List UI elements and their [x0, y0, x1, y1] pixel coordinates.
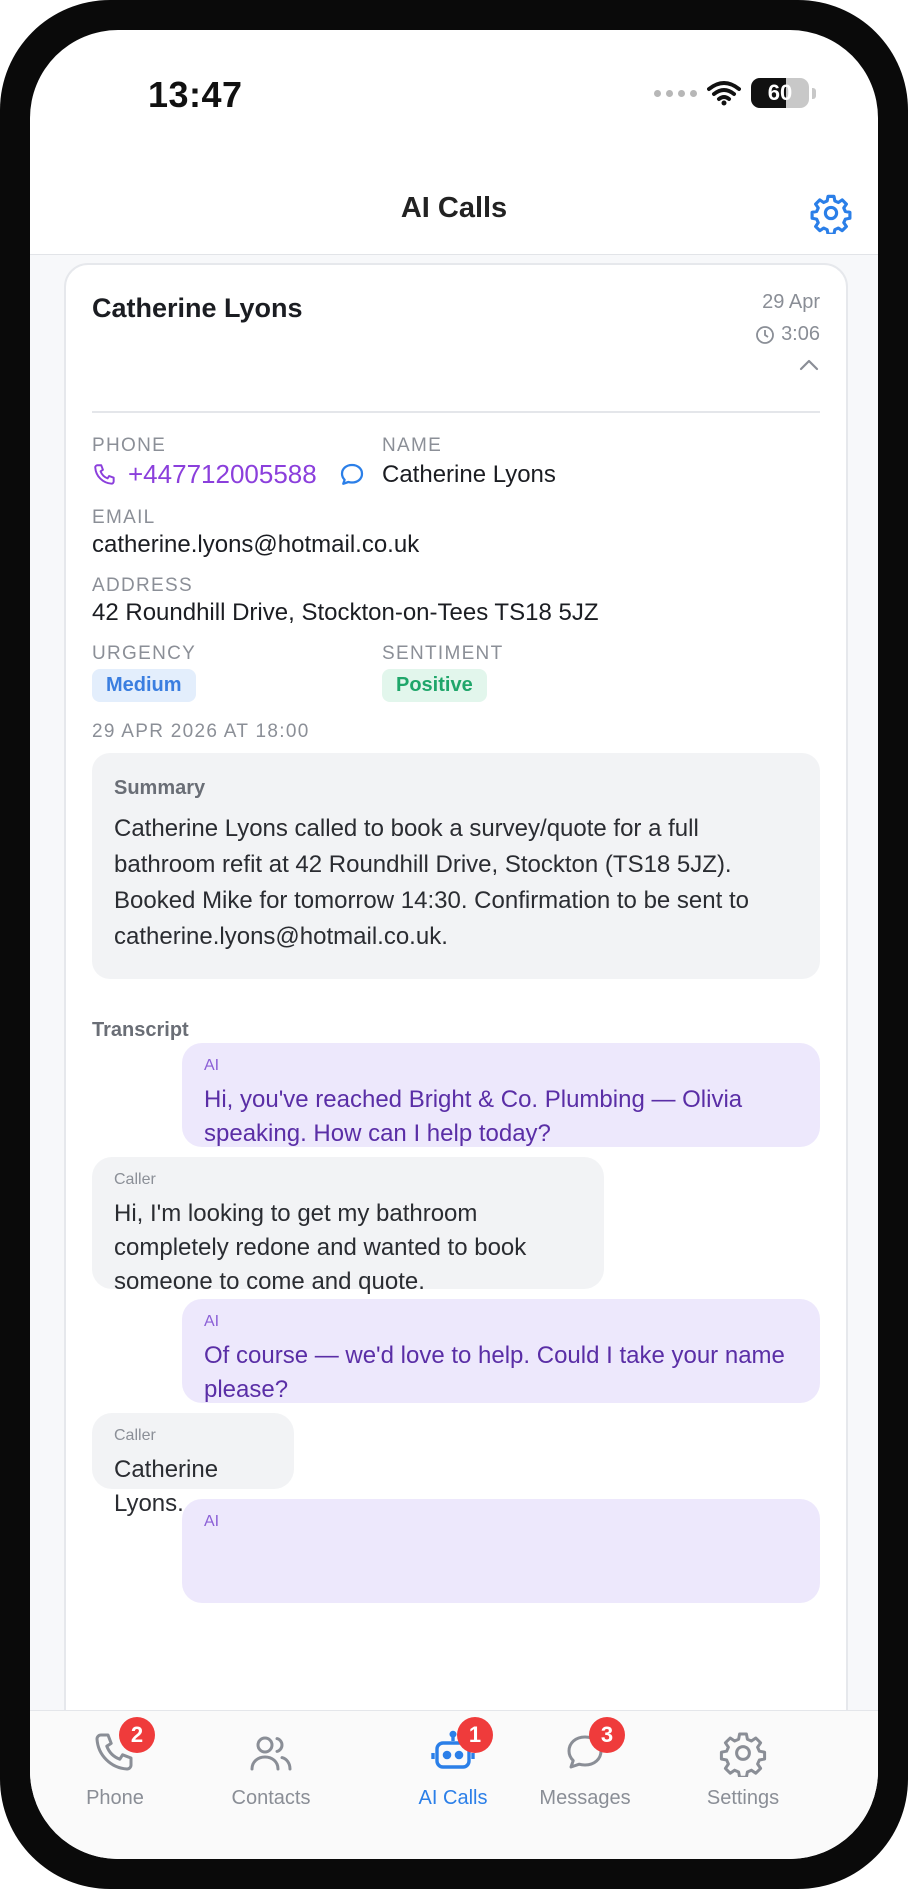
tab-label: Messages — [539, 1787, 631, 1809]
gear-icon — [719, 1729, 767, 1779]
battery-icon: 60 — [751, 78, 809, 108]
name-label: NAME — [382, 435, 443, 456]
cellular-signal-icon — [654, 89, 697, 97]
transcript-message-ai: AI — [182, 1499, 820, 1603]
address-value: 42 Roundhill Drive, Stockton-on-Tees TS1… — [92, 599, 599, 626]
call-date: 29 Apr — [762, 291, 820, 313]
call-card[interactable]: Catherine Lyons 29 Apr 3:06 PHONE +44771… — [64, 263, 848, 1710]
page-title: AI Calls — [400, 192, 508, 224]
battery-nub — [812, 87, 816, 99]
summary-text: Catherine Lyons called to book a survey/… — [114, 815, 749, 950]
sentiment-badge: Positive — [382, 669, 487, 702]
message-text: Of course — we'd love to help. Could I t… — [204, 1342, 785, 1403]
status-time: 13:47 — [148, 74, 243, 115]
message-bubble-icon[interactable] — [337, 460, 367, 490]
speaker-label: AI — [204, 1313, 220, 1330]
tab-label: Phone — [86, 1787, 144, 1809]
transcript-message-ai: AI Of course — we'd love to help. Could … — [182, 1299, 820, 1403]
speaker-label: AI — [204, 1057, 220, 1074]
contacts-icon — [247, 1729, 295, 1777]
duration-text: 3:06 — [781, 323, 820, 345]
transcript-message-caller: Caller Hi, I'm looking to get my bathroo… — [92, 1157, 604, 1295]
email-label: EMAIL — [92, 507, 156, 528]
tab-contacts[interactable]: Contacts — [196, 1729, 346, 1829]
tab-ai-calls[interactable]: 1 AI Calls — [378, 1717, 528, 1829]
tab-badge: 3 — [589, 1717, 625, 1753]
phone-icon: 2 — [91, 1717, 155, 1777]
tab-badge: 2 — [119, 1717, 155, 1753]
status-indicators: 60 — [654, 78, 816, 108]
device-frame: 13:47 60 AI Calls Catherine Lyons 29 Apr… — [0, 0, 908, 1889]
wifi-icon — [707, 81, 741, 106]
card-divider — [92, 411, 820, 413]
nav-header: AI Calls — [30, 170, 878, 255]
summary-box: Summary Catherine Lyons called to book a… — [92, 753, 820, 979]
settings-gear-icon[interactable] — [810, 192, 852, 234]
robot-icon: 1 — [429, 1717, 493, 1777]
phone-screen: 13:47 60 AI Calls Catherine Lyons 29 Apr… — [30, 30, 878, 1859]
phone-icon[interactable] — [92, 462, 118, 488]
battery-percent: 60 — [767, 80, 793, 105]
phone-label: PHONE — [92, 435, 167, 456]
sentiment-label: SENTIMENT — [382, 643, 504, 664]
speaker-label: Caller — [114, 1427, 156, 1444]
call-timestamp: 29 APR 2026 AT 18:00 — [92, 721, 310, 742]
phone-number-link[interactable]: +447712005588 — [128, 459, 317, 490]
caller-name: Catherine Lyons — [92, 293, 303, 323]
tab-phone[interactable]: 2 Phone — [40, 1717, 190, 1829]
email-value[interactable]: catherine.lyons@hotmail.co.uk — [92, 531, 419, 559]
tab-label: Settings — [706, 1787, 780, 1809]
urgency-badge: Medium — [92, 669, 196, 702]
tab-bar: 2 Phone Contacts 1 AI Calls 3 Messages S… — [30, 1710, 878, 1859]
phone-row: +447712005588 — [92, 459, 367, 490]
tab-label: AI Calls — [418, 1787, 488, 1809]
message-text: Hi, I'm looking to get my bathroom compl… — [114, 1200, 527, 1295]
urgency-label: URGENCY — [92, 643, 197, 664]
chat-icon: 3 — [561, 1717, 625, 1777]
message-text: Hi, you've reached Bright & Co. Plumbing… — [204, 1086, 743, 1147]
tab-settings[interactable]: Settings — [668, 1729, 818, 1829]
transcript-message-caller: Caller Catherine Lyons. — [92, 1413, 294, 1517]
clock-icon — [756, 325, 774, 344]
speaker-label: Caller — [114, 1171, 156, 1188]
speaker-label: AI — [204, 1513, 220, 1530]
call-detail-scroll[interactable]: Catherine Lyons 29 Apr 3:06 PHONE +44771… — [30, 255, 878, 1710]
call-duration: 3:06 — [755, 323, 820, 346]
transcript-message-ai: AI Hi, you've reached Bright & Co. Plumb… — [182, 1043, 820, 1147]
summary-title: Summary — [114, 777, 206, 799]
tab-label: Contacts — [231, 1787, 311, 1809]
name-value: Catherine Lyons — [382, 461, 556, 488]
tab-messages[interactable]: 3 Messages — [510, 1717, 660, 1829]
collapse-chevron-icon[interactable] — [798, 357, 820, 373]
address-label: ADDRESS — [92, 575, 193, 596]
tab-badge: 1 — [457, 1717, 493, 1753]
transcript-title: Transcript — [92, 1019, 189, 1041]
